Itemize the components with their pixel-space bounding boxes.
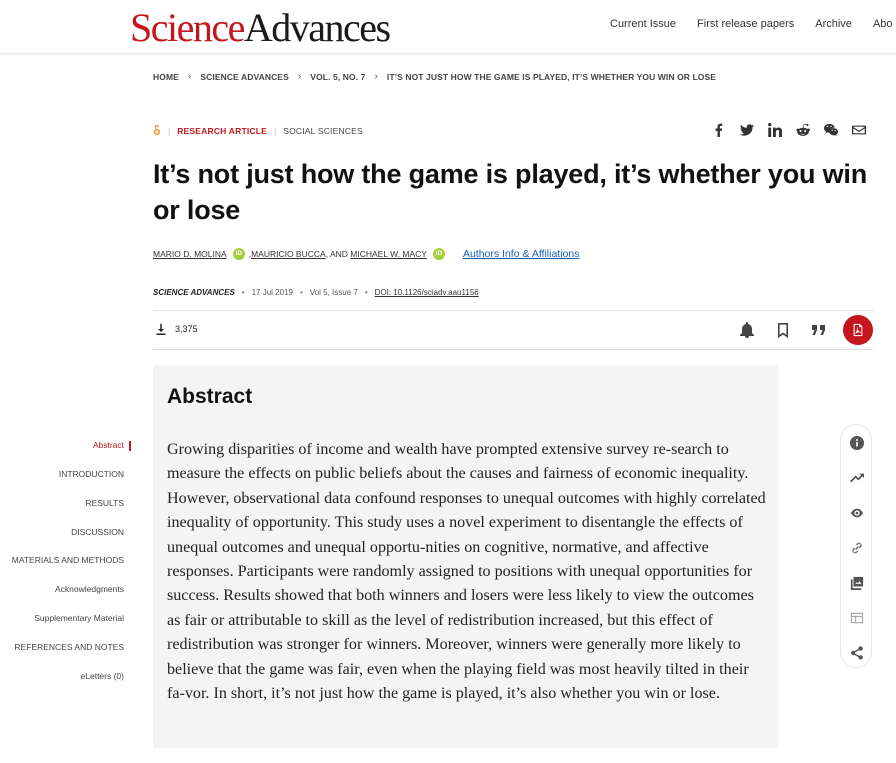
download-count: 3,375: [155, 323, 198, 335]
info-icon[interactable]: [849, 435, 865, 451]
bell-icon[interactable]: [729, 315, 765, 345]
article-meta-row: | RESEARCH ARTICLE | SOCIAL SCIENCES: [153, 124, 363, 138]
breadcrumb-science-advances[interactable]: SCIENCE ADVANCES: [200, 72, 289, 82]
doi-link[interactable]: DOI: 10.1126/sciadv.aau1156: [375, 288, 479, 297]
orcid-icon[interactable]: iD: [432, 248, 445, 260]
link-icon[interactable]: [849, 540, 865, 556]
chevron-right-icon: ›: [374, 71, 378, 82]
toc-item-references[interactable]: REFERENCES AND NOTES: [14, 642, 124, 652]
toc-item-eletters[interactable]: eLetters (0): [81, 671, 124, 681]
chevron-right-icon: ›: [187, 71, 192, 82]
wechat-icon[interactable]: [824, 123, 838, 142]
article-type-label: RESEARCH ARTICLE: [177, 126, 267, 136]
trending-icon[interactable]: [849, 470, 865, 486]
article-title: It’s not just how the game is played, it…: [153, 159, 867, 225]
nav-about[interactable]: Abo: [873, 18, 893, 30]
nav-archive[interactable]: Archive: [815, 18, 852, 30]
breadcrumb: HOME › SCIENCE ADVANCES › VOL. 5, NO. 7 …: [153, 71, 716, 82]
author-link[interactable]: MAURICIO BUCCA: [251, 249, 326, 259]
authors-info-affiliations-link[interactable]: Authors Info & Affiliations: [463, 248, 580, 260]
abstract-body: Growing disparities of income and wealth…: [167, 441, 766, 703]
breadcrumb-issue[interactable]: VOL. 5, NO. 7: [310, 72, 365, 82]
breadcrumb-article: IT’S NOT JUST HOW THE GAME IS PLAYED, IT…: [386, 71, 717, 82]
separator-dot: •: [241, 288, 245, 297]
abstract-heading: Abstract: [167, 385, 253, 408]
site-header: ScienceAdvances Current Issue First rele…: [0, 0, 896, 54]
toc-item-acknowledgments[interactable]: Acknowledgments: [55, 584, 124, 594]
divider: |: [274, 126, 277, 136]
bookmark-icon[interactable]: [765, 315, 801, 345]
facebook-icon[interactable]: [712, 123, 726, 142]
eye-icon[interactable]: [849, 505, 865, 521]
orcid-icon[interactable]: iD: [232, 248, 245, 260]
side-tool-rail: [840, 424, 872, 668]
open-access-icon: [153, 124, 161, 138]
abstract-section: Abstract Growing disparities of income a…: [153, 365, 779, 748]
share-icon[interactable]: [849, 645, 865, 661]
nav-first-release-papers[interactable]: First release papers: [697, 18, 794, 30]
top-navigation: Current Issue First release papers Archi…: [610, 18, 896, 30]
science-advances-logo[interactable]: ScienceAdvances: [130, 5, 391, 50]
journal-name[interactable]: SCIENCE ADVANCES: [153, 288, 235, 297]
subject-label[interactable]: SOCIAL SCIENCES: [283, 126, 363, 136]
toc-item-introduction[interactable]: INTRODUCTION: [59, 469, 124, 479]
author-link[interactable]: MARIO D. MOLINA: [153, 249, 227, 259]
separator-dot: •: [299, 288, 303, 297]
linkedin-icon[interactable]: [768, 123, 782, 142]
article-tools: [729, 315, 873, 345]
toc-item-results[interactable]: RESULTS: [85, 498, 124, 508]
article-toolbar: 3,375: [153, 310, 873, 350]
table-icon[interactable]: [849, 610, 865, 626]
author-link[interactable]: MICHAEL W. MACY: [350, 249, 427, 259]
volume-issue[interactable]: Vol 5, Issue 7: [310, 288, 358, 297]
nav-current-issue[interactable]: Current Issue: [610, 18, 676, 30]
download-count-value: 3,375: [175, 324, 198, 334]
logo-advances-text: Advances: [243, 5, 391, 50]
author-separator: , AND: [325, 249, 348, 259]
twitter-icon[interactable]: [740, 123, 754, 142]
publication-date: 17 Jul 2019: [251, 288, 293, 297]
toc-item-supplementary-material[interactable]: Supplementary Material: [34, 613, 124, 623]
journal-info: SCIENCE ADVANCES • 17 Jul 2019 • Vol 5, …: [153, 288, 479, 297]
toc-item-discussion[interactable]: DISCUSSION: [71, 527, 124, 537]
image-icon[interactable]: [849, 575, 865, 591]
author-list: MARIO D. MOLINA iD , MAURICIO BUCCA , AN…: [153, 248, 579, 260]
email-icon[interactable]: [852, 123, 866, 142]
pdf-icon[interactable]: [843, 315, 873, 345]
share-bar: [712, 123, 866, 142]
quote-icon[interactable]: [801, 315, 837, 345]
divider: |: [168, 126, 171, 136]
download-icon: [156, 323, 166, 335]
logo-science-text: Science: [130, 5, 245, 50]
toc-item-abstract[interactable]: Abstract: [93, 440, 132, 451]
chevron-right-icon: ›: [297, 71, 302, 82]
toc-item-materials-methods[interactable]: MATERIALS AND METHODS: [12, 555, 124, 565]
reddit-icon[interactable]: [796, 123, 810, 142]
breadcrumb-home[interactable]: HOME: [153, 72, 179, 82]
separator-dot: •: [364, 288, 368, 297]
